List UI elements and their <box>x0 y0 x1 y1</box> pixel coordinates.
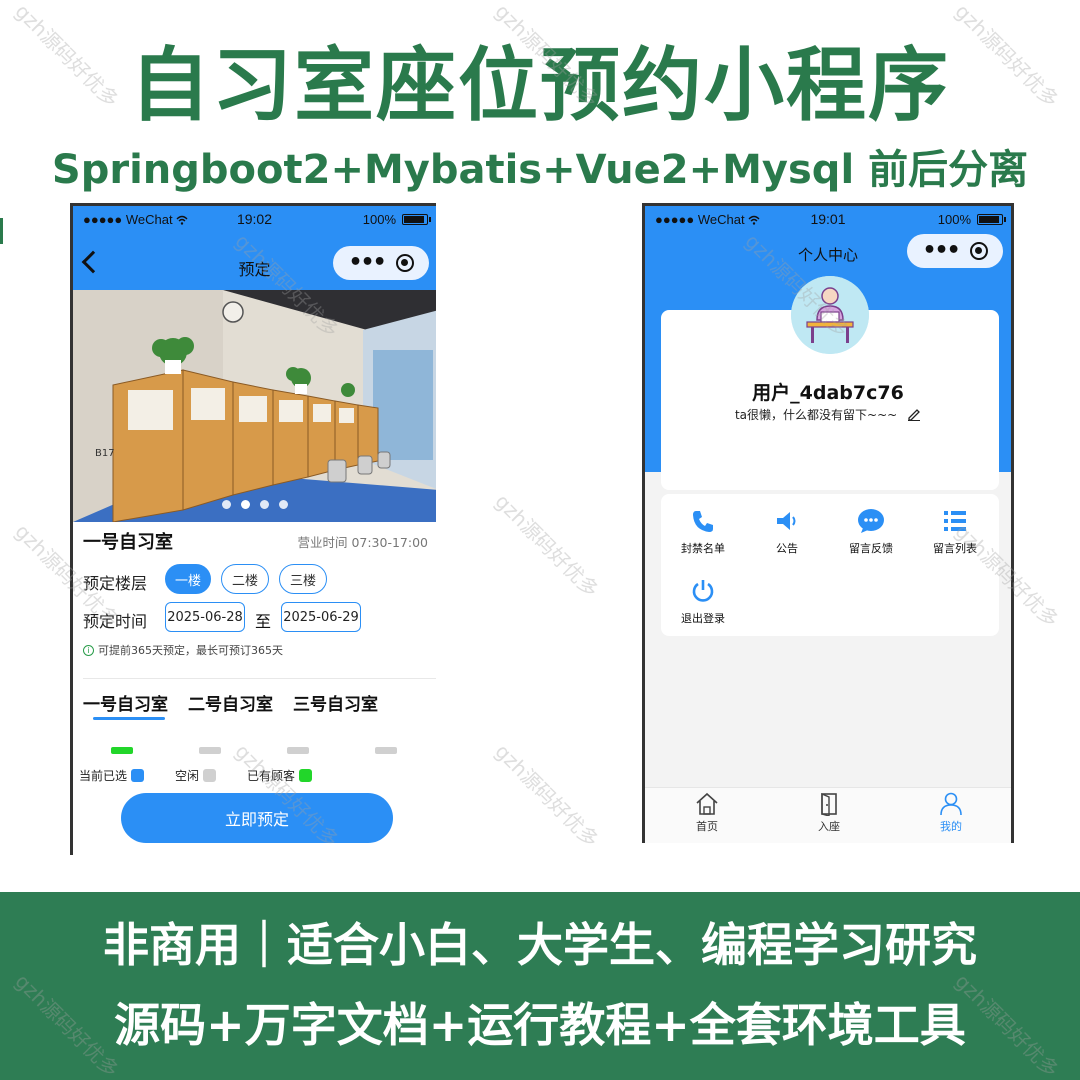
tab-seat[interactable]: 入座 <box>789 792 869 834</box>
watermark: gzh源码好优多 <box>490 739 604 853</box>
menu-feedback[interactable]: 留言反馈 <box>829 508 913 556</box>
status-bar: ●●●●● WeChat 19:02 100% <box>73 206 436 232</box>
legend-swatch <box>299 769 313 782</box>
date-separator: 至 <box>255 612 272 631</box>
carousel-dot[interactable] <box>259 500 269 509</box>
menu-announcement[interactable]: 公告 <box>745 508 829 556</box>
poster-title: 自习室座位预约小程序 <box>130 39 950 132</box>
booking-phone: ●●●●● WeChat 19:02 100% 预定 ••• B17 一号自习室… <box>70 203 436 855</box>
legend-swatch <box>131 769 145 782</box>
floor-option-3[interactable]: 三楼 <box>279 564 327 594</box>
more-dots-icon[interactable]: ••• <box>922 240 960 262</box>
menu-logout[interactable]: 退出登录 <box>661 578 745 626</box>
seat-free[interactable] <box>287 747 309 754</box>
menu-message-list[interactable]: 留言列表 <box>913 508 997 556</box>
status-bar: ●●●●● WeChat 19:01 100% <box>645 206 1011 232</box>
battery-icon <box>977 214 1006 225</box>
room-tabs: 一号自习室 二号自习室 三号自习室 <box>83 690 378 715</box>
booking-hint: i 可提前365天预定，最长可预订365天 <box>83 642 283 658</box>
battery-percent: 100% <box>362 212 396 227</box>
menu-label: 留言反馈 <box>849 542 893 555</box>
tab-room-2[interactable]: 二号自习室 <box>188 690 273 715</box>
reserve-now-button[interactable]: 立即预定 <box>121 793 393 843</box>
avatar[interactable] <box>791 276 869 354</box>
miniprogram-capsule[interactable]: ••• <box>333 246 429 280</box>
profile-phone: ●●●●● WeChat 19:01 100% 个人中心 ••• 用户_4dab… <box>642 203 1014 843</box>
menu-label: 退出登录 <box>681 612 725 625</box>
chat-bubble-icon <box>858 509 884 533</box>
seat-free[interactable] <box>375 747 397 754</box>
opening-hours: 营业时间 07:30-17:00 <box>297 535 428 550</box>
floor-option-1[interactable]: 一楼 <box>165 564 211 594</box>
megaphone-icon <box>777 512 796 530</box>
end-date-picker[interactable]: 2025-06-29 <box>281 602 361 632</box>
legend-swatch <box>203 769 217 782</box>
user-icon <box>940 792 962 816</box>
legend-occupied: 已有顾客 <box>247 767 313 784</box>
svg-text:B17: B17 <box>95 448 115 459</box>
watermark: gzh源码好优多 <box>490 489 604 603</box>
tab-label: 我的 <box>940 820 962 833</box>
divider <box>83 678 436 679</box>
poster-subtitle: Springboot2+Mybatis+Vue2+Mysql 前后分离 <box>51 147 1029 193</box>
booking-header: ●●●●● WeChat 19:02 100% 预定 ••• <box>73 206 436 290</box>
menu-label: 封禁名单 <box>681 542 725 555</box>
bio: ta很懒，什么都没有留下~~~ <box>645 406 1011 423</box>
battery-status: 100% <box>362 212 431 227</box>
menu-ban-list[interactable]: 封禁名单 <box>661 508 745 556</box>
bottom-tabbar: 首页 入座 我的 <box>645 787 1011 843</box>
power-icon <box>692 580 714 602</box>
pencil-icon[interactable] <box>907 407 921 421</box>
home-icon <box>696 792 718 815</box>
menu-card: 封禁名单 公告 留言反馈 留言列表 退出登录 <box>661 494 999 636</box>
banner-line-1: 非商用｜适合小白、大学生、编程学习研究 <box>103 918 977 972</box>
menu-label: 公告 <box>776 542 798 555</box>
tab-room-3[interactable]: 三号自习室 <box>293 690 378 715</box>
battery-icon <box>402 214 431 225</box>
tab-mine[interactable]: 我的 <box>911 792 991 834</box>
carousel-dot[interactable] <box>221 500 231 509</box>
time-label: 预定时间 <box>83 612 148 631</box>
miniprogram-capsule[interactable]: ••• <box>907 234 1003 268</box>
banner-line-2: 源码+万字文档+运行教程+全套环境工具 <box>114 998 966 1052</box>
carousel-dot[interactable] <box>278 500 288 509</box>
menu-label: 留言列表 <box>933 542 977 555</box>
carousel-dot[interactable] <box>240 500 250 509</box>
start-date-picker[interactable]: 2025-06-28 <box>165 602 245 632</box>
battery-percent: 100% <box>937 212 971 227</box>
hint-text: 可提前365天预定，最长可预订365天 <box>98 644 283 657</box>
target-icon[interactable] <box>969 242 988 260</box>
list-icon <box>944 511 966 531</box>
carousel-indicator[interactable] <box>73 500 436 509</box>
seat-free[interactable] <box>199 747 221 754</box>
door-icon <box>821 792 837 816</box>
legend-label: 空闲 <box>175 769 200 783</box>
floor-option-2[interactable]: 二楼 <box>221 564 269 594</box>
target-icon[interactable] <box>395 254 414 272</box>
phone-icon <box>693 511 713 532</box>
battery-status: 100% <box>937 212 1006 227</box>
seat-occupied[interactable] <box>111 747 133 754</box>
active-tab-indicator <box>93 717 165 720</box>
edge-marker <box>0 218 3 244</box>
legend-label: 已有顾客 <box>247 769 296 783</box>
room-name: 一号自习室 <box>83 532 173 553</box>
tab-label: 入座 <box>818 820 840 833</box>
tab-label: 首页 <box>696 820 718 833</box>
tab-room-1[interactable]: 一号自习室 <box>83 690 168 715</box>
info-icon: i <box>83 644 94 656</box>
tab-home[interactable]: 首页 <box>667 792 747 834</box>
floor-label: 预定楼层 <box>83 574 148 593</box>
legend-selected: 当前已选 <box>79 767 145 784</box>
bio-text: ta很懒，什么都没有留下~~~ <box>734 408 898 422</box>
legend-free: 空闲 <box>175 767 217 784</box>
more-dots-icon[interactable]: ••• <box>348 252 386 274</box>
room-photo[interactable]: B17 <box>73 290 436 522</box>
legend-label: 当前已选 <box>79 769 128 783</box>
username: 用户_4dab7c76 <box>752 382 904 404</box>
